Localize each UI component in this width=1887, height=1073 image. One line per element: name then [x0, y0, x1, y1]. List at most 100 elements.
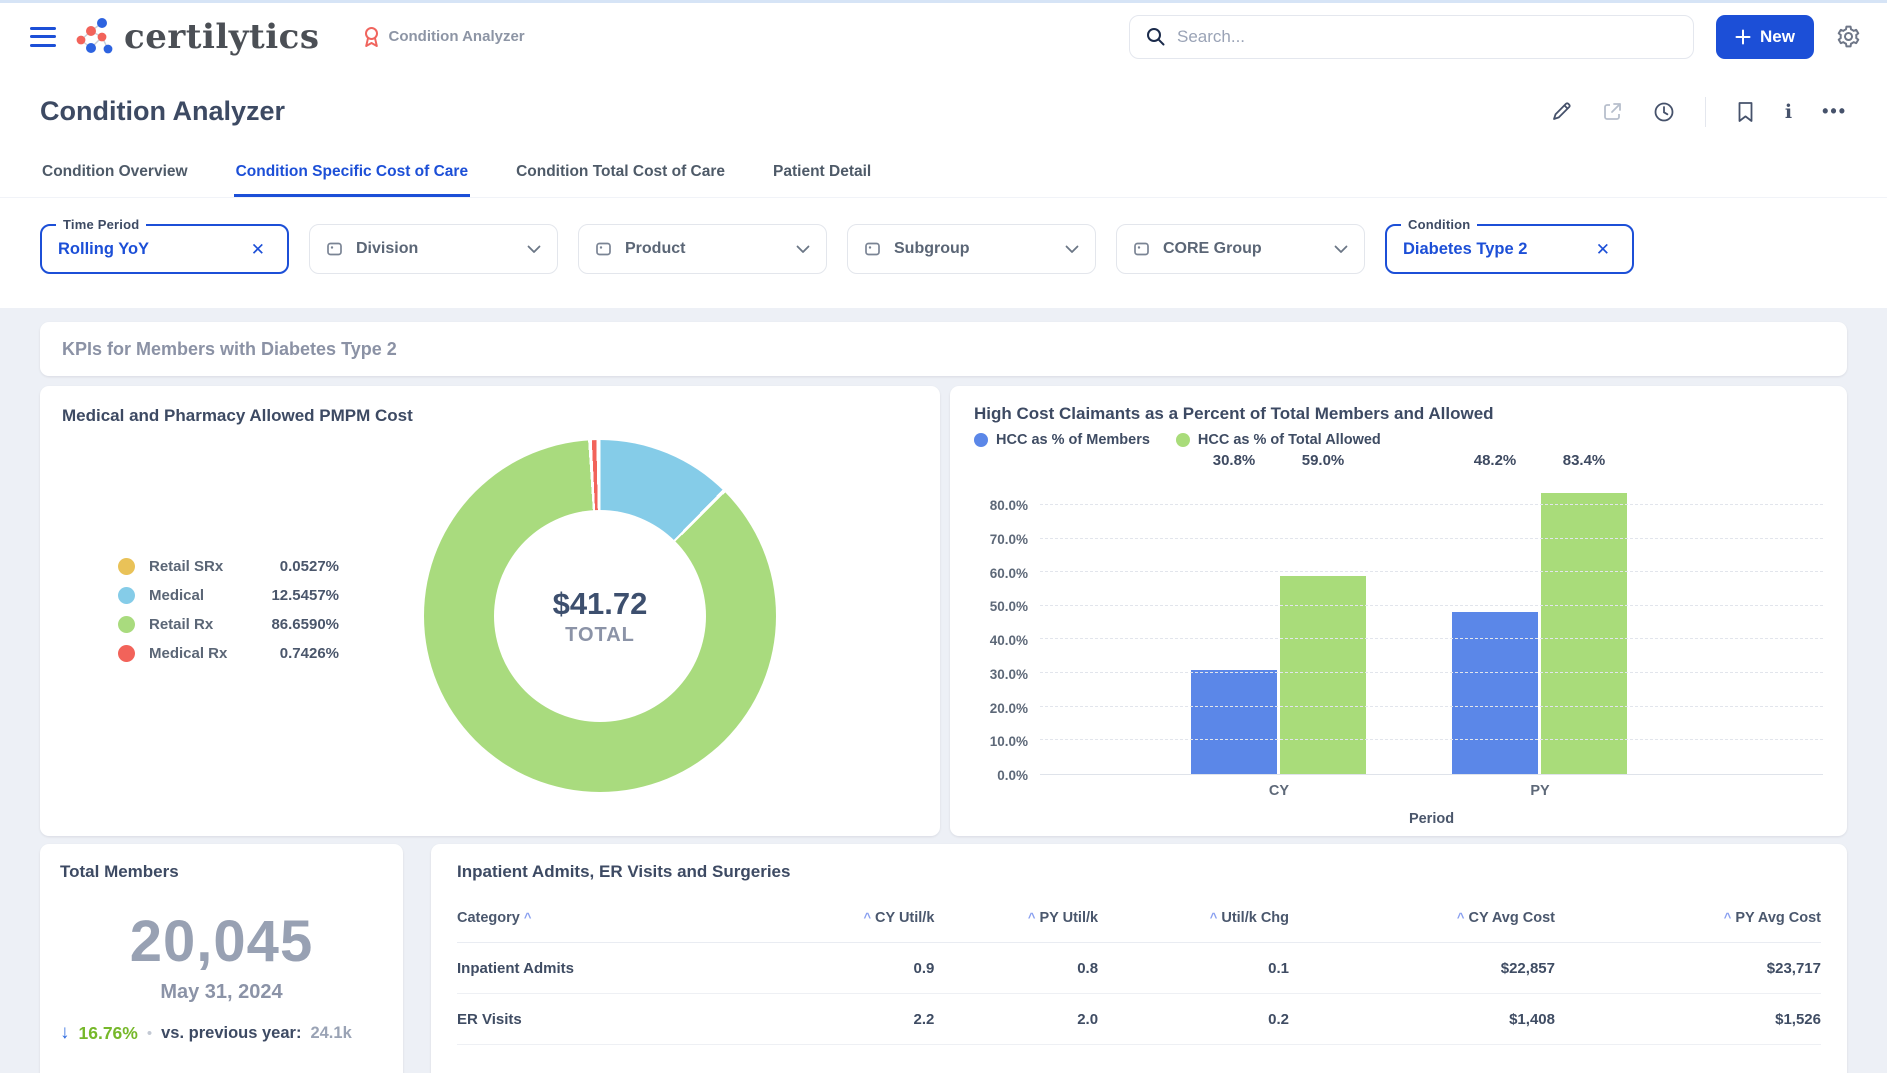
cell: 0.1 — [1098, 943, 1289, 994]
brand-wordmark: certilytics — [124, 17, 320, 57]
legend-swatch — [1176, 433, 1190, 447]
cell: 2.0 — [934, 994, 1098, 1045]
utilization-table: Category^ ^CY Util/k ^PY Util/k ^Util/k … — [457, 896, 1821, 1045]
filter-condition[interactable]: Condition Diabetes Type 2 ✕ — [1385, 224, 1634, 274]
new-button[interactable]: New — [1716, 15, 1814, 59]
col-util-chg[interactable]: ^Util/k Chg — [1098, 896, 1289, 943]
tag-icon — [864, 241, 882, 257]
legend-item: Retail Rx 86.6590% — [118, 616, 339, 633]
legend-swatch — [118, 616, 135, 633]
more-options-button[interactable]: ••• — [1822, 101, 1847, 122]
gridline — [1040, 672, 1823, 673]
donut-legend: Retail SRx 0.0527% Medical 12.5457% Reta… — [118, 558, 339, 674]
divider — [1705, 97, 1706, 127]
bookmark-button[interactable] — [1736, 101, 1755, 123]
bar-group-py: 48.2% 83.4% — [1452, 478, 1627, 774]
y-tick-label: 30.0% — [990, 667, 1028, 682]
gridline — [1040, 538, 1823, 539]
bullet-separator: • — [147, 1025, 152, 1042]
bar-plot-area: 30.8% 59.0% 48.2% — [1040, 478, 1823, 775]
col-cy-util[interactable]: ^CY Util/k — [771, 896, 935, 943]
donut-total-value: $41.72 — [553, 586, 648, 622]
cell: 0.9 — [771, 943, 935, 994]
search-icon — [1146, 27, 1165, 46]
bar-value-label: 59.0% — [1302, 452, 1345, 469]
settings-gear-button[interactable] — [1836, 24, 1861, 49]
chevron-down-icon — [796, 245, 810, 254]
filter-product[interactable]: Product — [578, 224, 827, 274]
col-category[interactable]: Category^ — [457, 896, 771, 943]
search-box[interactable] — [1129, 15, 1694, 59]
donut-total-label: TOTAL — [565, 624, 635, 647]
clear-time-period-button[interactable]: ✕ — [245, 239, 271, 260]
filter-label: Product — [625, 240, 784, 258]
app-bar: certilytics Condition Analyzer New — [0, 3, 1887, 70]
gear-icon — [1836, 24, 1861, 49]
bar-y-axis: 0.0%10.0%20.0%30.0%40.0%50.0%60.0%70.0%8… — [974, 478, 1040, 775]
bar-chart: 0.0%10.0%20.0%30.0%40.0%50.0%60.0%70.0%8… — [974, 478, 1823, 775]
bookmark-icon — [1736, 101, 1755, 123]
filter-core-group[interactable]: CORE Group — [1116, 224, 1365, 274]
gridline — [1040, 571, 1823, 572]
filter-label: CORE Group — [1163, 240, 1322, 258]
page-title: Condition Analyzer — [40, 96, 285, 127]
menu-icon[interactable] — [30, 27, 56, 47]
legend-value: 0.7426% — [261, 645, 339, 662]
breadcrumb[interactable]: Condition Analyzer — [362, 26, 525, 48]
legend-item: Medical Rx 0.7426% — [118, 645, 339, 662]
chevron-down-icon — [1065, 245, 1079, 254]
col-py-util[interactable]: ^PY Util/k — [934, 896, 1098, 943]
x-axis-title: Period — [1040, 801, 1823, 827]
legend-item: HCC as % of Members — [974, 432, 1150, 448]
utilization-table-card: Inpatient Admits, ER Visits and Surgerie… — [431, 844, 1847, 1073]
tab-condition-overview[interactable]: Condition Overview — [40, 157, 190, 197]
tag-icon — [595, 241, 613, 257]
total-members-title: Total Members — [60, 862, 383, 882]
logo-mark-icon — [72, 15, 114, 59]
x-tick-py: PY — [1530, 783, 1549, 799]
legend-swatch — [974, 433, 988, 447]
search-input[interactable] — [1177, 27, 1677, 47]
filter-division[interactable]: Division — [309, 224, 558, 274]
bar-value-label: 83.4% — [1563, 452, 1606, 469]
cell: 2.2 — [771, 994, 935, 1045]
comparison-label: vs. previous year: — [161, 1024, 301, 1043]
legend-value: 12.5457% — [261, 587, 339, 604]
info-button[interactable]: i — [1785, 101, 1792, 123]
cell: $22,857 — [1289, 943, 1555, 994]
y-tick-label: 80.0% — [990, 498, 1028, 513]
bar-group-cy: 30.8% 59.0% — [1191, 478, 1366, 774]
filter-bar: Time Period Rolling YoY ✕ Division Produ… — [0, 198, 1887, 274]
y-tick-label: 0.0% — [997, 768, 1028, 783]
cell: $1,526 — [1555, 994, 1821, 1045]
total-members-value: 20,045 — [60, 908, 383, 975]
total-members-card: Total Members 20,045 May 31, 2024 ↓ 16.7… — [40, 844, 403, 1073]
col-py-avg-cost[interactable]: ^PY Avg Cost — [1555, 896, 1821, 943]
info-icon: i — [1785, 101, 1792, 123]
gridline — [1040, 504, 1823, 505]
cell: $23,717 — [1555, 943, 1821, 994]
clock-icon — [1653, 101, 1675, 123]
filter-time-period[interactable]: Time Period Rolling YoY ✕ — [40, 224, 289, 274]
open-external-button[interactable] — [1602, 101, 1623, 122]
edit-button[interactable] — [1551, 101, 1572, 122]
bar-chart-title: High Cost Claimants as a Percent of Tota… — [974, 404, 1823, 424]
clear-condition-button[interactable]: ✕ — [1590, 239, 1616, 260]
history-button[interactable] — [1653, 101, 1675, 123]
tab-patient-detail[interactable]: Patient Detail — [771, 157, 873, 197]
legend-item: Medical 12.5457% — [118, 587, 339, 604]
tab-condition-specific-cost-of-care[interactable]: Condition Specific Cost of Care — [234, 157, 471, 197]
y-tick-label: 50.0% — [990, 599, 1028, 614]
bar-value-label: 48.2% — [1474, 452, 1517, 469]
change-percent: 16.76% — [79, 1023, 138, 1044]
tab-condition-total-cost-of-care[interactable]: Condition Total Cost of Care — [514, 157, 727, 197]
gridline — [1040, 739, 1823, 740]
tag-icon — [326, 241, 344, 257]
cell: 0.2 — [1098, 994, 1289, 1045]
filter-value: Diabetes Type 2 — [1403, 240, 1590, 259]
pmpm-cost-card: Medical and Pharmacy Allowed PMPM Cost R… — [40, 386, 940, 836]
col-cy-avg-cost[interactable]: ^CY Avg Cost — [1289, 896, 1555, 943]
filter-subgroup[interactable]: Subgroup — [847, 224, 1096, 274]
legend-swatch — [118, 645, 135, 662]
chevron-down-icon — [527, 245, 541, 254]
